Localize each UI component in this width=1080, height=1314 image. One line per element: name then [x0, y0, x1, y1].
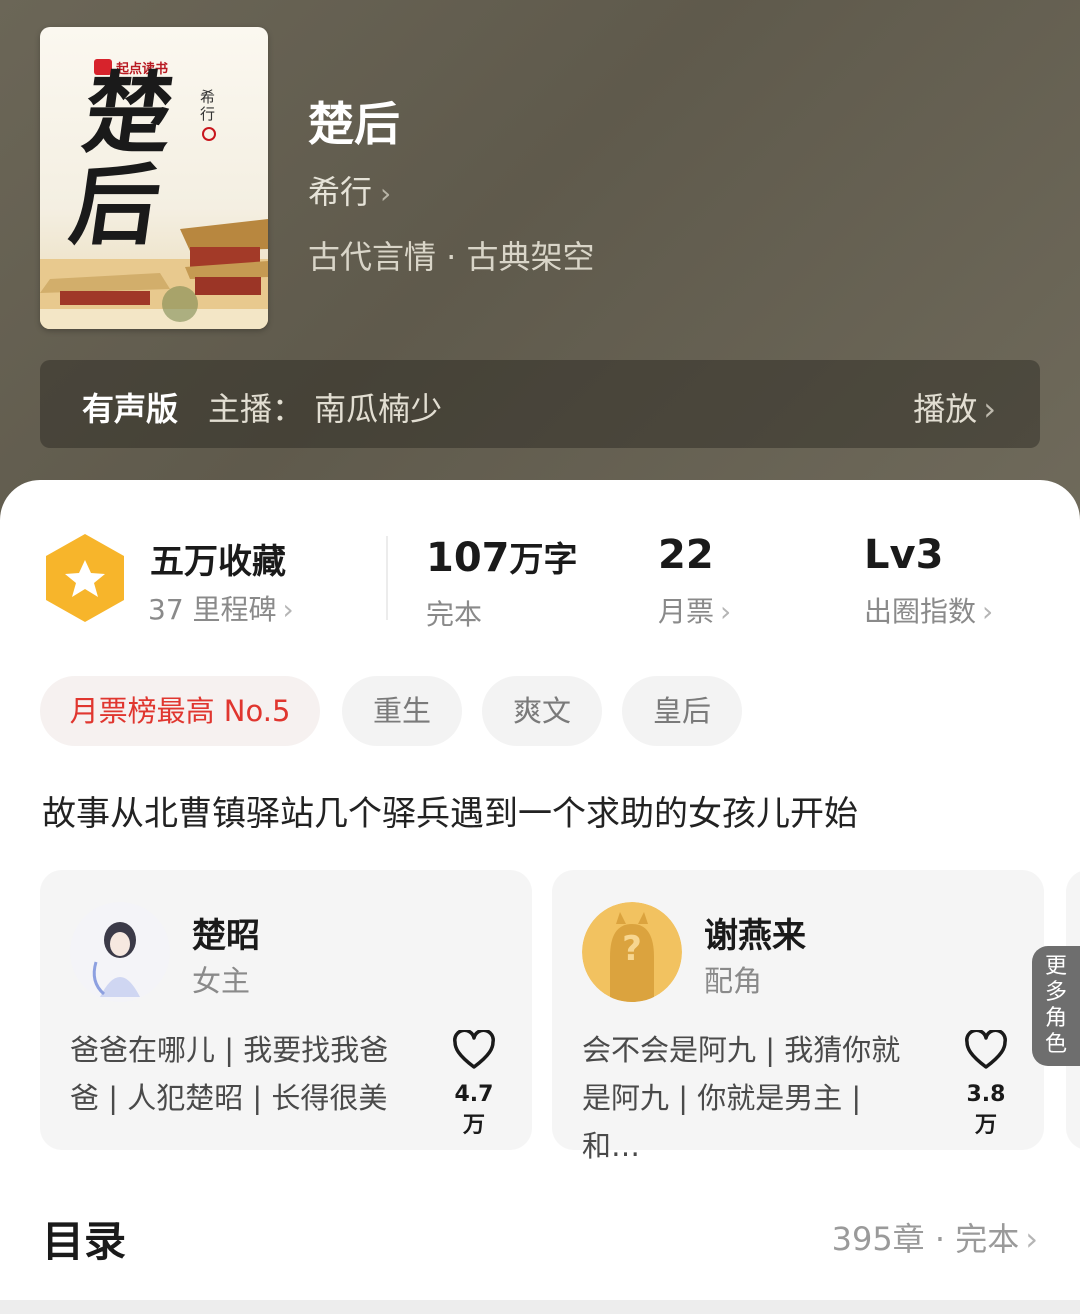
- stats-divider: [386, 536, 388, 620]
- book-category: 古代言情 · 古典架空: [308, 238, 595, 276]
- svg-text:?: ?: [622, 929, 642, 969]
- level-label: 出圈指数: [864, 595, 977, 628]
- level-value: Lv3: [864, 532, 944, 578]
- author-link[interactable]: 希行 ›: [308, 167, 391, 213]
- toc-info: 395章 · 完本: [831, 1220, 1020, 1258]
- role-quotes: 会不会是阿九 | 我猜你就是阿九 | 你就是男主 | 和…: [582, 1033, 901, 1163]
- role-avatar: [70, 902, 170, 1002]
- cover-author: 希行: [200, 88, 216, 123]
- author-name: 希行: [308, 173, 373, 211]
- audio-version-bar[interactable]: 有声版 主播： 南瓜楠少 播放 ›: [40, 360, 1040, 448]
- book-cover[interactable]: 起点读书 楚后 希行: [40, 27, 268, 329]
- role-name: 楚昭: [192, 916, 260, 956]
- role-type: 女主: [192, 964, 251, 998]
- role-type: 配角: [704, 964, 763, 998]
- bottom-edge: [0, 1300, 1080, 1314]
- favorite-star-badge-icon: [46, 534, 124, 622]
- tag-chip[interactable]: 重生: [342, 676, 462, 746]
- favorites-count: 五万收藏: [150, 542, 286, 582]
- completion-status: 完本: [426, 598, 483, 631]
- level-stat[interactable]: Lv3 出圈指数 ›: [864, 532, 993, 630]
- tag-chip[interactable]: 皇后: [622, 676, 742, 746]
- audio-host: 主播： 南瓜楠少: [208, 390, 443, 428]
- play-label: 播放: [913, 390, 978, 428]
- palace-illustration: [40, 219, 268, 329]
- like-count: 3.8万: [966, 1082, 1006, 1138]
- book-detail-panel: 五万收藏 37 里程碑 › 107万字 完本 22 月票 › Lv3 出圈指数 › 月…: [0, 480, 1080, 1314]
- role-like-button[interactable]: 3.8万: [956, 1028, 1016, 1139]
- role-card[interactable]: ? 谢燕来 配角 会不会是阿九 | 我猜你就是阿九 | 你就是男主 | 和… 3…: [552, 870, 1044, 1163]
- toc-title: 目录: [42, 1217, 127, 1266]
- monthly-votes-label: 月票: [658, 595, 715, 628]
- book-title: 楚后: [308, 97, 400, 151]
- heart-icon: [453, 1028, 495, 1069]
- toc-link[interactable]: 395章 · 完本 ›: [832, 1214, 1038, 1260]
- role-quotes: 爸爸在哪儿 | 我要找我爸爸 | 人犯楚昭 | 长得很美: [70, 1033, 389, 1115]
- chevron-right-icon: ›: [282, 593, 294, 626]
- chevron-right-icon: ›: [380, 177, 392, 210]
- tag-chip[interactable]: 月票榜最高 No.5: [40, 676, 320, 746]
- chevron-right-icon: ›: [983, 390, 996, 428]
- play-button[interactable]: 播放 ›: [913, 384, 996, 430]
- word-count-stat: 107万字 完本: [426, 532, 578, 633]
- book-description[interactable]: 故事从北曹镇驿站几个驿兵遇到一个求助的女孩儿开始: [42, 786, 858, 835]
- word-count-value: 107: [426, 535, 510, 581]
- role-like-button[interactable]: 4.7万: [444, 1028, 504, 1139]
- like-count: 4.7万: [454, 1082, 494, 1138]
- book-header: 起点读书 楚后 希行 楚后 希行 › 古代言情 · 古典架空 有声版 主播： 南瓜…: [0, 0, 1080, 520]
- heart-icon: [965, 1028, 1007, 1069]
- milestones-link[interactable]: 37 里程碑 ›: [148, 588, 294, 628]
- unknown-role-avatar-icon: ?: [582, 902, 682, 1002]
- audio-label: 有声版: [82, 390, 179, 428]
- monthly-votes-stat[interactable]: 22 月票 ›: [658, 532, 731, 630]
- milestones-label: 37 里程碑: [148, 593, 277, 626]
- more-roles-button[interactable]: 更多角色: [1032, 946, 1080, 1066]
- tag-chip[interactable]: 爽文: [482, 676, 602, 746]
- monthly-votes-value: 22: [658, 532, 714, 578]
- chevron-right-icon: ›: [982, 595, 994, 628]
- role-card[interactable]: 楚昭 女主 爸爸在哪儿 | 我要找我爸爸 | 人犯楚昭 | 长得很美 4.7万: [40, 870, 532, 1150]
- role-name: 谢燕来: [704, 916, 806, 956]
- chevron-right-icon: ›: [1025, 1220, 1038, 1258]
- seal-icon: [202, 127, 216, 141]
- word-count-unit: 万字: [509, 540, 578, 580]
- chevron-right-icon: ›: [720, 595, 732, 628]
